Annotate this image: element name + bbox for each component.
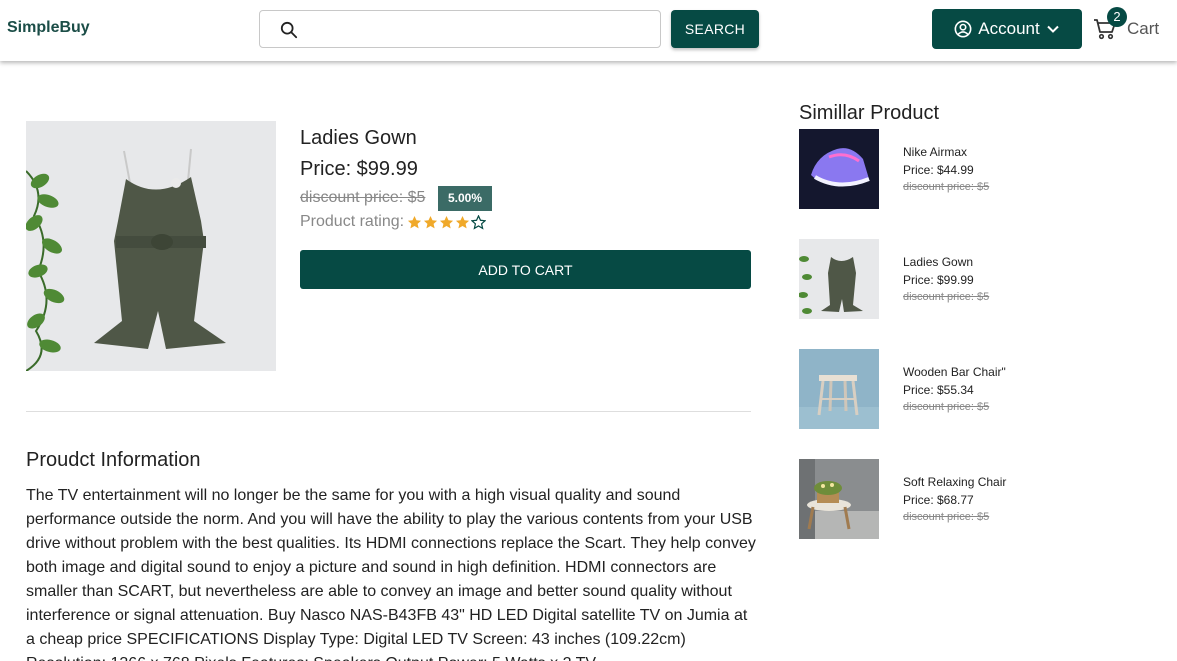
similar-product-item[interactable]: Wooden Bar Chair" Price: $55.34 discount… — [799, 349, 1079, 429]
similar-product-discount: discount price: $5 — [903, 511, 990, 523]
star-filled-icon — [455, 215, 470, 229]
similar-product-name: Ladies Gown — [903, 255, 974, 269]
similar-product-name: Wooden Bar Chair" — [903, 365, 1006, 379]
star-filled-icon — [423, 215, 438, 229]
similar-product-price: Price: $68.77 — [903, 493, 974, 507]
similar-product-discount: discount price: $5 — [903, 291, 990, 303]
similar-product-discount: discount price: $5 — [903, 181, 990, 193]
product-rating-label: Product rating: — [300, 213, 405, 230]
cart-label: Cart — [1127, 19, 1160, 38]
chair-image — [799, 459, 879, 539]
star-filled-icon — [407, 215, 422, 229]
sneaker-image — [799, 129, 879, 209]
product-price: Price: $99.99 — [300, 158, 418, 180]
rating-stars — [407, 215, 486, 230]
discount-percent-badge: 5.00% — [438, 186, 492, 211]
similar-product-price: Price: $44.99 — [903, 163, 974, 177]
brand-logo[interactable]: SimpleBuy — [7, 19, 90, 37]
star-empty-icon — [471, 215, 486, 230]
search-input[interactable] — [308, 17, 648, 41]
add-to-cart-button[interactable]: ADD TO CART — [300, 250, 751, 289]
chevron-down-icon — [1047, 25, 1059, 33]
divider — [26, 411, 751, 412]
account-label: Account — [978, 19, 1040, 38]
similar-product-name: Soft Relaxing Chair — [903, 475, 1007, 489]
product-image — [26, 121, 276, 371]
product-discount-price: discount price: $5 — [300, 189, 426, 206]
user-circle-icon — [954, 20, 972, 38]
cart-count-badge: 2 — [1107, 7, 1127, 27]
stool-image — [799, 349, 879, 429]
similar-product-item[interactable]: Soft Relaxing Chair Price: $68.77 discou… — [799, 459, 1079, 539]
search-icon — [280, 21, 298, 39]
product-info-text: The TV entertainment will no longer be t… — [26, 487, 756, 661]
product-name: Ladies Gown — [300, 127, 417, 149]
similar-product-name: Nike Airmax — [903, 145, 968, 159]
romper-image — [799, 239, 879, 319]
star-filled-icon — [439, 215, 454, 229]
similar-products-title: Simillar Product — [799, 102, 940, 124]
search-button[interactable]: SEARCH — [671, 10, 759, 48]
search-box[interactable] — [259, 10, 661, 48]
product-info-title: Proudct Information — [26, 449, 201, 471]
similar-product-discount: discount price: $5 — [903, 401, 990, 413]
cart-link[interactable]: 2 Cart — [1093, 7, 1173, 48]
similar-product-price: Price: $99.99 — [903, 273, 974, 287]
account-button[interactable]: Account — [932, 9, 1082, 49]
similar-product-price: Price: $55.34 — [903, 383, 974, 397]
top-navbar: SimpleBuy SEARCH Account 2 Cart — [0, 0, 1177, 61]
similar-product-item[interactable]: Nike Airmax Price: $44.99 discount price… — [799, 129, 1079, 209]
similar-product-item[interactable]: Ladies Gown Price: $99.99 discount price… — [799, 239, 1079, 319]
